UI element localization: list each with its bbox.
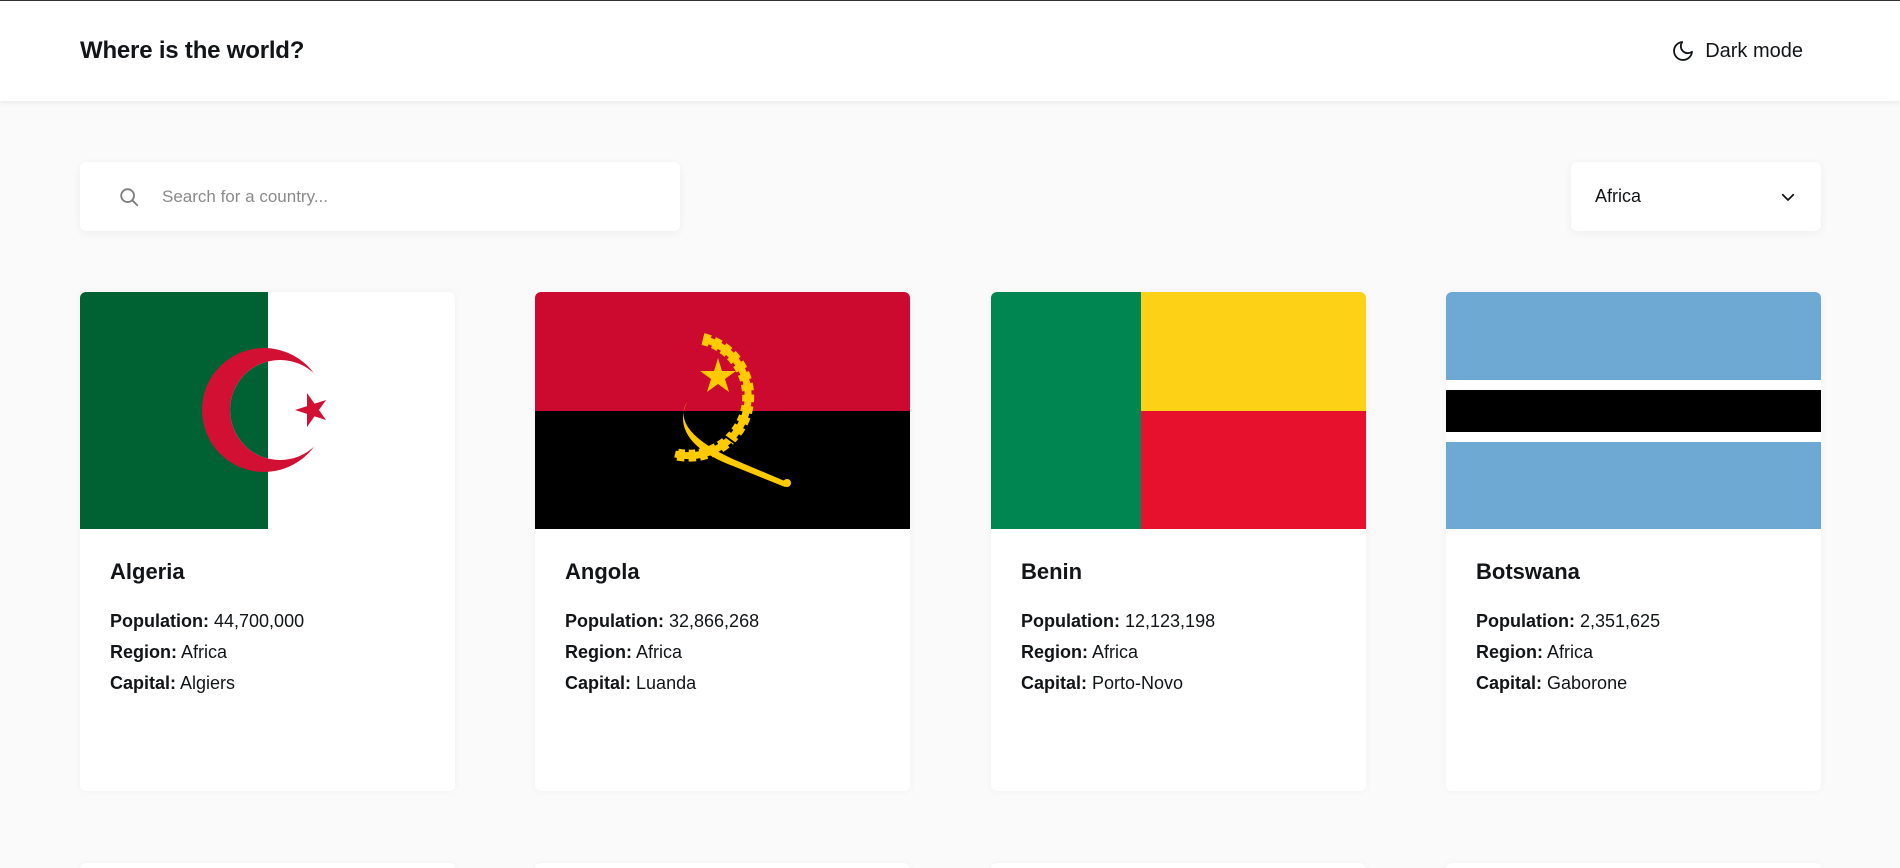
region-filter-select[interactable]: Africa [1571,162,1821,231]
country-card-partial[interactable] [1446,863,1821,868]
population-value: 32,866,268 [669,611,760,631]
region-value: Africa [1547,642,1594,662]
search-input[interactable] [162,186,582,207]
region-row: Region: Africa [565,637,880,668]
country-card[interactable]: Algeria Population: 44,700,000 Region: A… [80,292,455,791]
app-header: Where is the world? Dark mode [0,1,1900,101]
capital-value: Algiers [180,673,236,693]
capital-label: Capital: [1476,673,1543,693]
capital-value: Luanda [636,673,697,693]
country-card[interactable]: Angola Population: 32,866,268 Region: Af… [535,292,910,791]
population-row: Population: 44,700,000 [110,606,425,637]
capital-row: Capital: Luanda [565,668,880,699]
search-icon [120,187,139,206]
population-row: Population: 32,866,268 [565,606,880,637]
capital-label: Capital: [1021,673,1088,693]
region-row: Region: Africa [1476,637,1791,668]
benin-flag [991,292,1366,529]
app-title: Where is the world? [80,37,305,64]
angola-flag [535,292,910,529]
region-label: Region: [565,642,632,662]
capital-label: Capital: [110,673,177,693]
population-row: Population: 2,351,625 [1476,606,1791,637]
country-name: Angola [565,559,640,584]
capital-row: Capital: Gaborone [1476,668,1791,699]
capital-value: Gaborone [1547,673,1628,693]
region-value: Africa [1092,642,1139,662]
country-card[interactable]: Botswana Population: 2,351,625 Region: A… [1446,292,1821,791]
population-row: Population: 12,123,198 [1021,606,1336,637]
country-name: Algeria [110,559,185,584]
region-label: Region: [1476,642,1543,662]
population-value: 44,700,000 [214,611,305,631]
country-card-partial[interactable] [991,863,1366,868]
region-label: Region: [110,642,177,662]
search-box[interactable] [80,162,680,231]
region-value: Africa [181,642,228,662]
chevron-down-icon [1781,193,1795,201]
population-value: 12,123,198 [1125,611,1216,631]
country-card[interactable]: Benin Population: 12,123,198 Region: Afr… [991,292,1366,791]
population-label: Population: [1476,611,1575,631]
population-label: Population: [565,611,664,631]
algeria-flag [80,292,455,529]
region-value: Africa [636,642,683,662]
region-row: Region: Africa [110,637,425,668]
country-name: Botswana [1476,559,1580,584]
botswana-flag [1446,292,1821,529]
region-label: Region: [1021,642,1088,662]
dark-mode-label: Dark mode [1705,39,1803,62]
dark-mode-toggle[interactable]: Dark mode [1671,39,1803,63]
capital-label: Capital: [565,673,632,693]
moon-icon [1673,41,1694,61]
capital-row: Capital: Algiers [110,668,425,699]
country-card-partial[interactable] [535,863,910,868]
population-value: 2,351,625 [1580,611,1661,631]
region-row: Region: Africa [1021,637,1336,668]
population-label: Population: [110,611,209,631]
country-name: Benin [1021,559,1083,584]
region-filter-value: Africa [1595,186,1642,206]
capital-value: Porto-Novo [1092,673,1184,693]
country-card-partial[interactable] [80,863,455,868]
population-label: Population: [1021,611,1120,631]
capital-row: Capital: Porto-Novo [1021,668,1336,699]
